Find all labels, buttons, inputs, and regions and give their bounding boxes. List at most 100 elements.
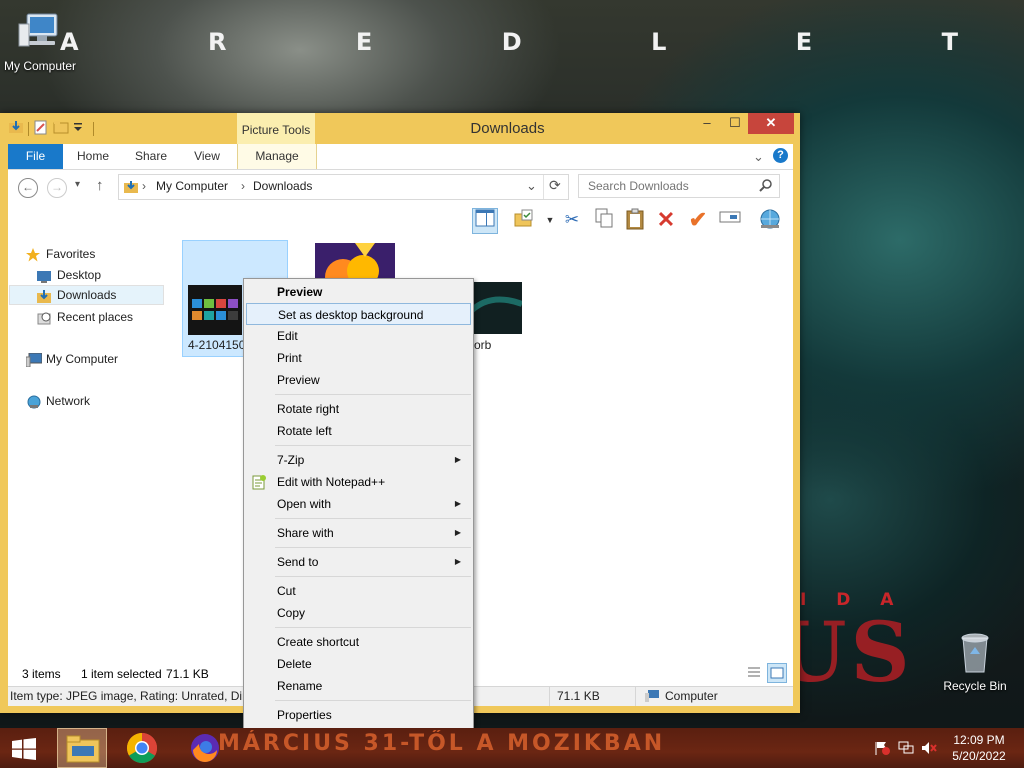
menu-item-cut[interactable]: Cut — [246, 580, 471, 602]
folder-options-icon[interactable] — [512, 208, 536, 232]
folder-down-icon[interactable] — [8, 119, 24, 138]
preview-pane-icon[interactable] — [472, 208, 498, 234]
menu-item-preview-2[interactable]: Preview — [246, 369, 471, 391]
menu-item-label: 7-Zip — [277, 453, 305, 467]
checkmark-icon[interactable]: ✔ — [686, 208, 710, 232]
menu-item-label: Rotate right — [277, 402, 340, 416]
close-button[interactable]: ✕ — [748, 113, 794, 134]
breadcrumb-separator[interactable]: › — [142, 179, 146, 193]
large-icons-view-icon[interactable] — [767, 663, 787, 683]
menu-item-rotate-right[interactable]: Rotate right — [246, 398, 471, 420]
menu-item-7zip[interactable]: 7-Zip ▶ — [246, 449, 471, 471]
star-icon — [26, 247, 40, 261]
back-button[interactable]: ← — [18, 178, 38, 198]
tab-share[interactable]: Share — [126, 144, 176, 169]
copy-icon[interactable] — [592, 208, 616, 232]
folder-options-dropdown-icon[interactable]: ▼ — [538, 208, 562, 232]
menu-item-label: Delete — [277, 657, 312, 671]
menu-separator — [275, 394, 471, 395]
tab-home[interactable]: Home — [68, 144, 118, 169]
nav-item-network[interactable]: Network — [26, 391, 90, 411]
rename-icon[interactable] — [718, 208, 742, 232]
properties-icon[interactable] — [33, 119, 49, 138]
menu-item-copy[interactable]: Copy — [246, 602, 471, 624]
nav-item-my-computer[interactable]: My Computer — [25, 349, 118, 369]
network-globe-icon[interactable] — [758, 208, 782, 232]
menu-item-rename[interactable]: Rename — [246, 675, 471, 697]
new-folder-icon[interactable] — [53, 119, 69, 138]
menu-item-preview[interactable]: Preview — [246, 281, 471, 303]
start-button[interactable] — [0, 728, 48, 768]
forward-button[interactable]: → — [47, 178, 67, 198]
taskbar-file-explorer[interactable] — [57, 728, 107, 768]
breadcrumb-separator[interactable]: › — [241, 179, 245, 193]
delete-icon[interactable]: ✕ — [654, 208, 678, 232]
menu-item-rotate-left[interactable]: Rotate left — [246, 420, 471, 442]
taskbar-chrome[interactable] — [117, 728, 167, 768]
banner-letter: E — [355, 28, 375, 56]
nav-item-desktop[interactable]: Desktop — [37, 265, 101, 285]
menu-item-open-with[interactable]: Open with ▶ — [246, 493, 471, 515]
menu-item-edit[interactable]: Edit — [246, 325, 471, 347]
menu-item-send-to[interactable]: Send to ▶ — [246, 551, 471, 573]
nav-item-favorites[interactable]: Favorites — [26, 244, 95, 264]
tab-file[interactable]: File — [8, 144, 63, 169]
file-item-image-3[interactable]: orb — [467, 282, 530, 357]
image-thumbnail — [467, 282, 524, 334]
recycle-bin-icon — [961, 633, 989, 673]
menu-item-delete[interactable]: Delete — [246, 653, 471, 675]
nav-item-downloads[interactable]: Downloads — [9, 285, 164, 305]
desktop-icon-recycle-bin[interactable]: Recycle Bin — [940, 628, 1010, 693]
address-box[interactable]: › My Computer › Downloads ⌄ ⟳ — [118, 174, 569, 200]
details-view-icon[interactable] — [746, 665, 762, 684]
network-tray-icon[interactable] — [898, 741, 914, 755]
menu-item-print[interactable]: Print — [246, 347, 471, 369]
breadcrumb-my-computer[interactable]: My Computer — [156, 179, 228, 193]
menu-item-label: Preview — [277, 285, 323, 299]
search-input[interactable] — [586, 175, 760, 197]
maximize-button[interactable]: ☐ — [722, 113, 748, 134]
menu-item-label: Properties — [277, 708, 332, 722]
menu-item-share-with[interactable]: Share with ▶ — [246, 522, 471, 544]
item-size: 71.1 KB — [557, 689, 600, 703]
menu-separator — [275, 576, 471, 577]
menu-item-properties[interactable]: Properties — [246, 704, 471, 726]
system-clock[interactable]: 12:09 PM 5/20/2022 — [940, 732, 1018, 764]
title-bar[interactable]: Picture Tools Downloads – ☐ ✕ — [0, 113, 800, 144]
cut-icon[interactable]: ✂ — [560, 208, 584, 232]
recent-locations-button[interactable]: ▾ — [75, 179, 80, 190]
paste-icon[interactable] — [623, 208, 647, 232]
computer-icon — [645, 690, 659, 705]
window-title: Downloads — [470, 120, 545, 137]
address-bar-row: ← → ▾ ↑ › My Computer › Downloads ⌄ ⟳ — [8, 170, 793, 203]
item-count: 3 items — [22, 667, 61, 681]
desktop-icon-my-computer[interactable]: My Computer — [2, 10, 78, 73]
menu-item-create-shortcut[interactable]: Create shortcut — [246, 631, 471, 653]
tab-manage[interactable]: Manage — [237, 144, 317, 169]
menu-separator — [275, 547, 471, 548]
banner-letter: L — [651, 28, 669, 56]
action-center-flag-icon[interactable] — [874, 741, 890, 755]
tab-view[interactable]: View — [182, 144, 232, 169]
nav-item-recent-places[interactable]: Recent places — [37, 307, 133, 327]
menu-item-set-desktop-background[interactable]: Set as desktop background — [246, 303, 471, 325]
refresh-icon[interactable]: ⟳ — [549, 177, 561, 194]
file-name: orb — [474, 338, 492, 352]
magnifier-icon[interactable] — [759, 178, 773, 195]
volume-muted-icon[interactable] — [921, 741, 937, 755]
banner-letter: T — [941, 28, 960, 56]
address-divider — [543, 175, 544, 199]
up-button[interactable]: ↑ — [96, 177, 104, 194]
help-icon[interactable]: ? — [773, 148, 788, 163]
customize-qat-icon[interactable] — [73, 121, 83, 136]
menu-separator — [275, 627, 471, 628]
taskbar-firefox[interactable] — [180, 728, 230, 768]
expand-ribbon-icon[interactable]: ⌄ — [753, 149, 764, 165]
menu-item-label: Open with — [277, 497, 332, 511]
minimize-button[interactable]: – — [694, 113, 720, 134]
breadcrumb-downloads[interactable]: Downloads — [253, 179, 312, 193]
file-explorer-icon — [66, 735, 100, 763]
address-dropdown-icon[interactable]: ⌄ — [526, 178, 537, 194]
ribbon-tab-bar: File Home Share View Manage ⌄ ? — [8, 144, 793, 170]
menu-item-edit-with-notepad[interactable]: Edit with Notepad++ — [246, 471, 471, 493]
